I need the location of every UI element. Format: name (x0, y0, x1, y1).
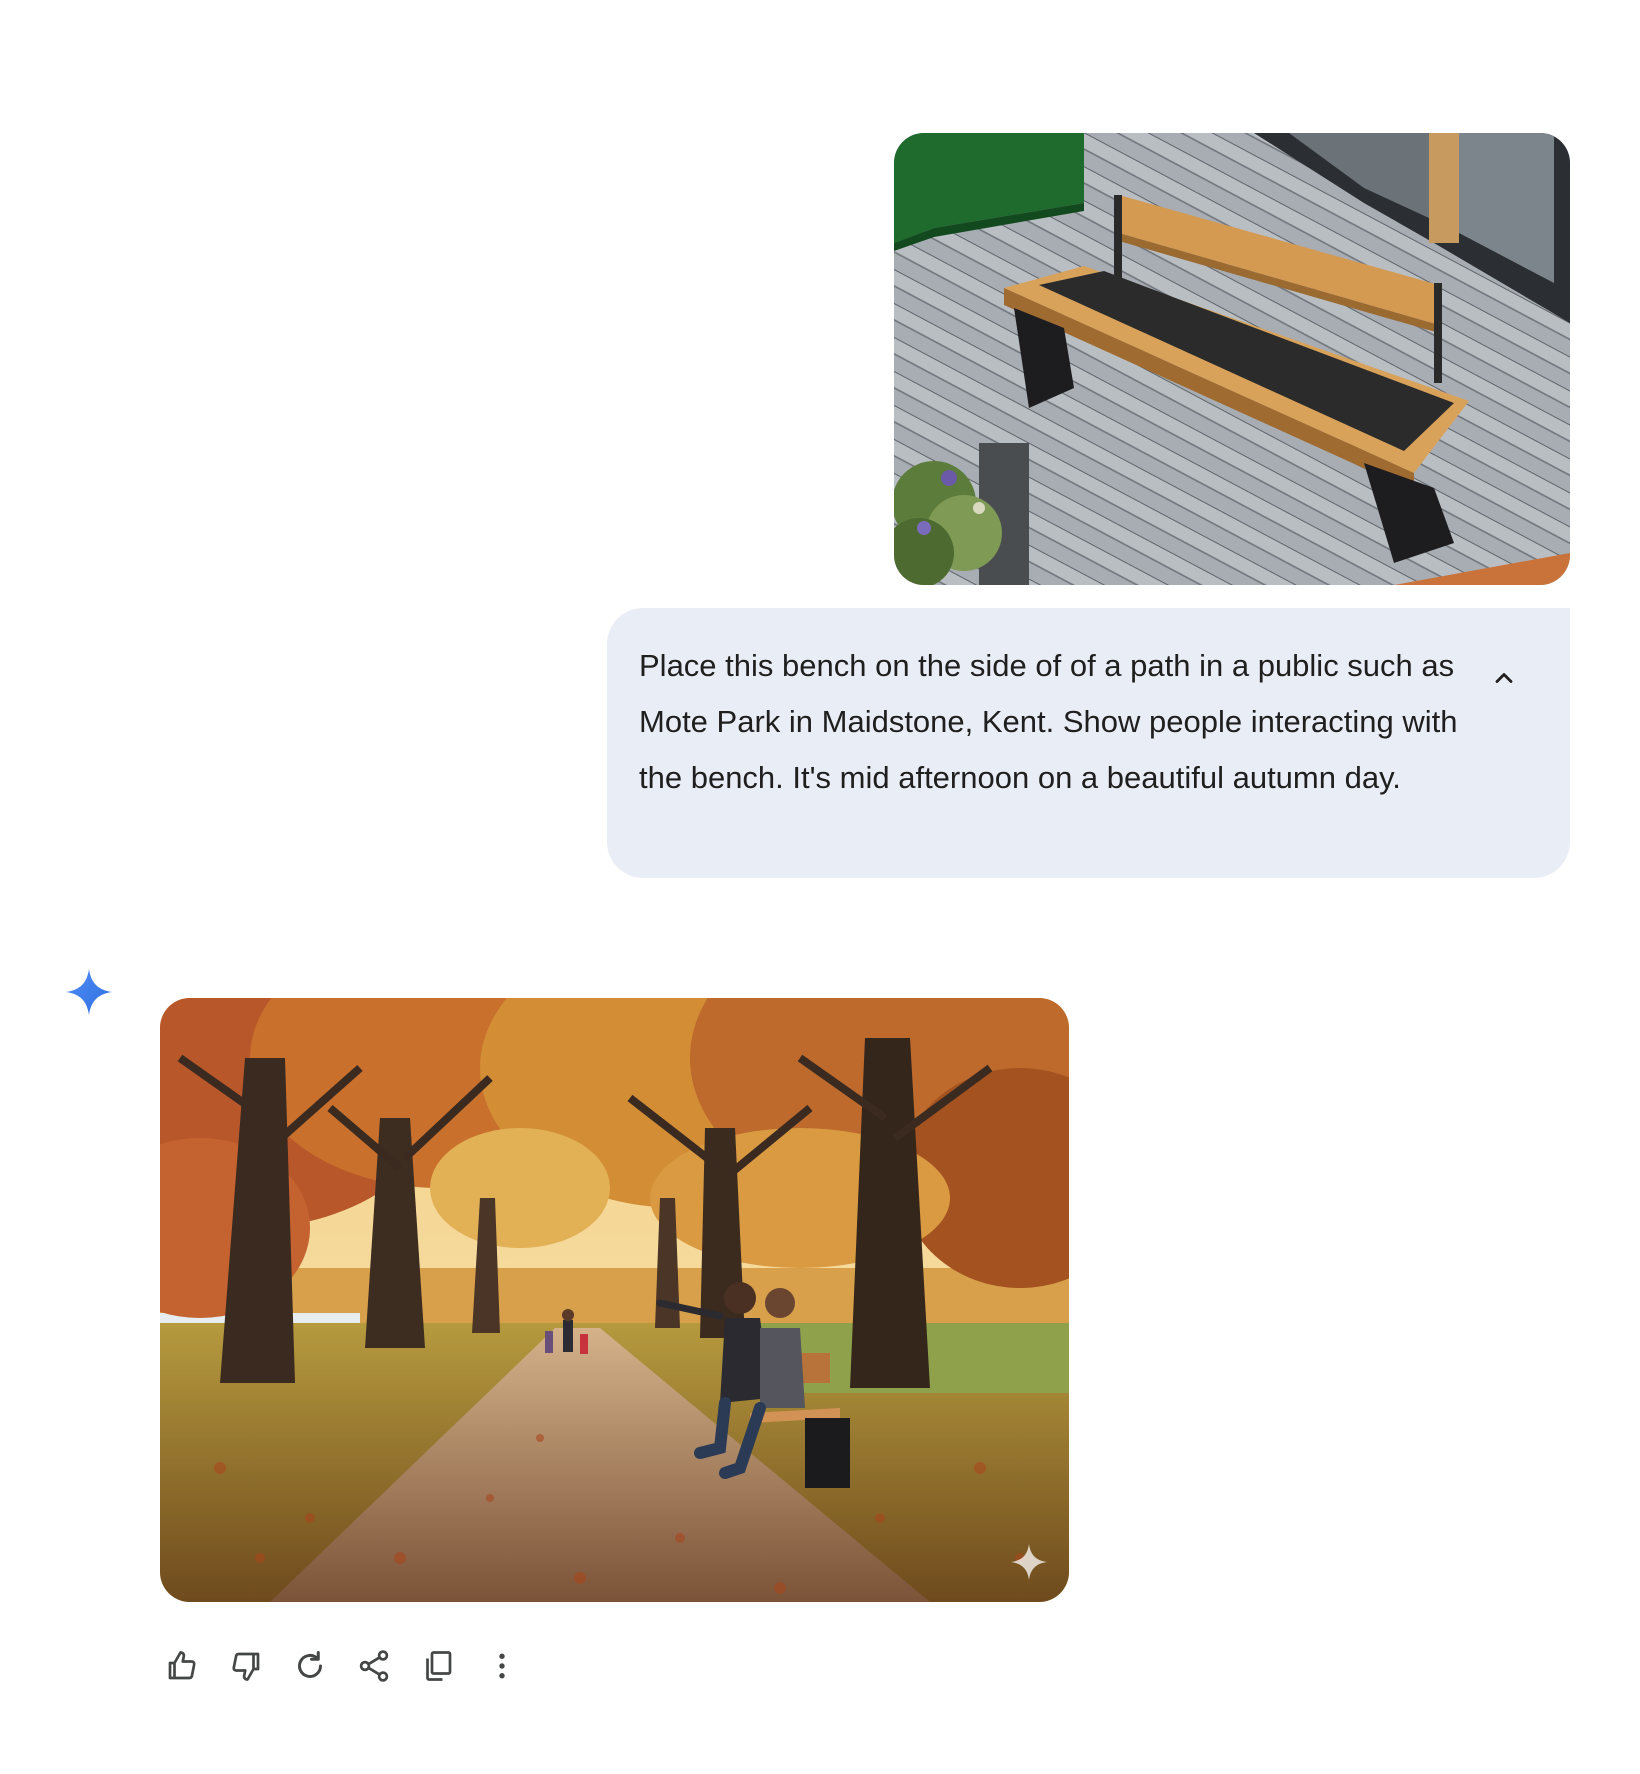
more-options-button[interactable] (478, 1642, 526, 1690)
uploaded-bench-image[interactable] (894, 133, 1570, 585)
prompt-text: Place this bench on the side of of a pat… (639, 648, 1458, 795)
chevron-up-icon[interactable] (1484, 658, 1524, 698)
good-response-button[interactable] (158, 1642, 206, 1690)
generated-autumn-park-image[interactable] (160, 998, 1069, 1602)
bad-response-button[interactable] (222, 1642, 270, 1690)
response-action-bar (158, 1642, 542, 1690)
chat-page: Place this bench on the side of of a pat… (0, 0, 1640, 1774)
gemini-sparkle-icon (64, 967, 114, 1017)
share-icon (359, 1650, 389, 1682)
copy-icon (426, 1651, 452, 1681)
autumn-park-illustration (160, 998, 1069, 1602)
sparkle-watermark-icon (1009, 1542, 1049, 1582)
share-button[interactable] (350, 1642, 398, 1690)
regenerate-button[interactable] (286, 1642, 334, 1690)
thumb-up-icon (168, 1651, 196, 1680)
user-prompt-bubble: Place this bench on the side of of a pat… (607, 608, 1570, 878)
copy-button[interactable] (414, 1642, 462, 1690)
bench-photo-illustration (894, 133, 1570, 585)
more-vert-icon (499, 1653, 505, 1679)
refresh-icon (298, 1651, 322, 1678)
thumb-down-icon (232, 1652, 260, 1681)
